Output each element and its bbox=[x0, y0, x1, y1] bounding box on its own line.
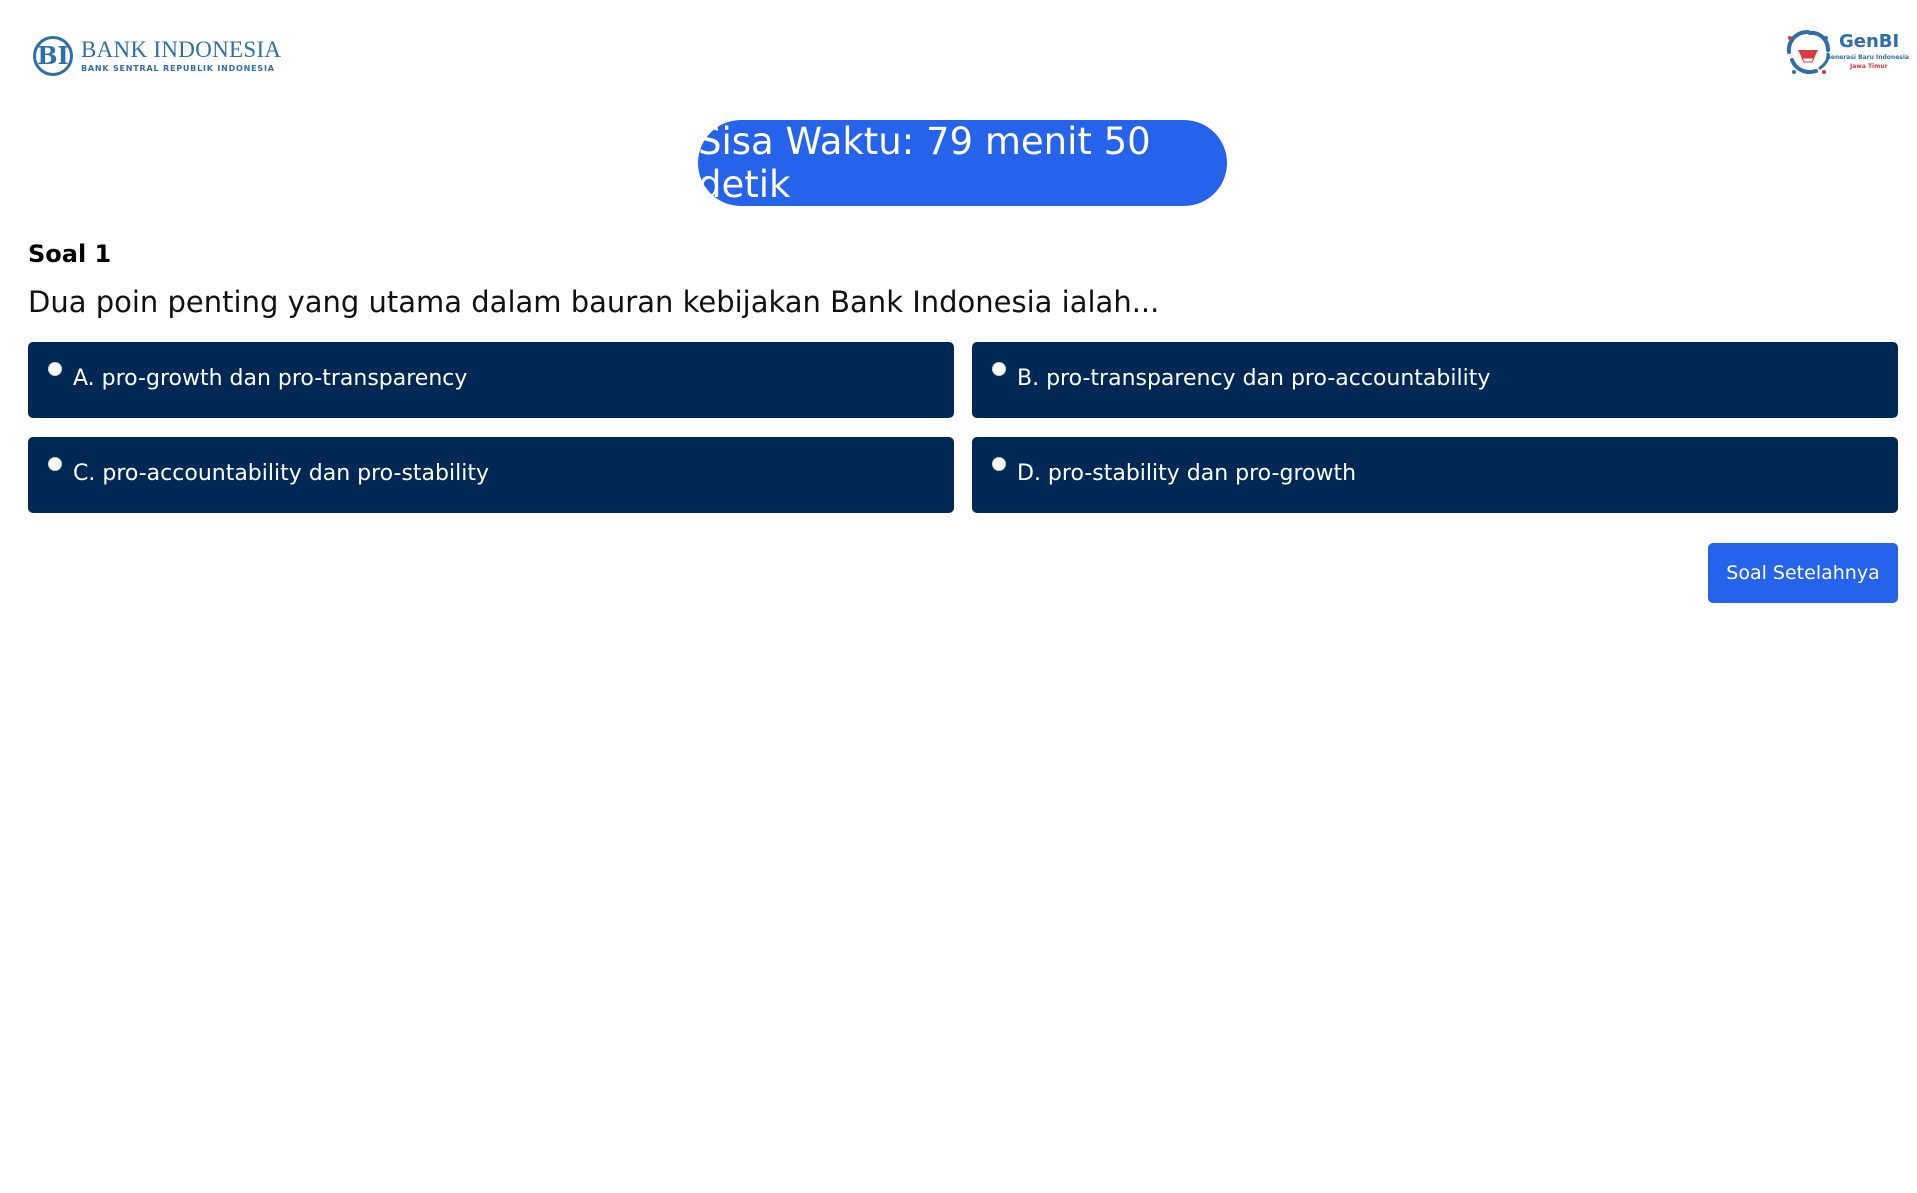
option-b-label: B. pro-transparency dan pro-accountabili… bbox=[1017, 366, 1491, 391]
bank-indonesia-name: BANK INDONESIA bbox=[81, 37, 282, 62]
bank-indonesia-subtitle: BANK SENTRAL REPUBLIK INDONESIA bbox=[81, 64, 275, 73]
option-c-radio[interactable] bbox=[48, 457, 62, 471]
remaining-time-badge: Sisa Waktu: 79 menit 50 detik bbox=[698, 120, 1227, 206]
option-a-label: A. pro-growth dan pro-transparency bbox=[73, 366, 468, 391]
bank-indonesia-logo: BI BANK INDONESIA BANK SENTRAL REPUBLIK … bbox=[33, 33, 281, 78]
option-d[interactable]: D. pro-stability dan pro-growth bbox=[972, 437, 1898, 513]
option-a[interactable]: A. pro-growth dan pro-transparency bbox=[28, 342, 954, 418]
bank-indonesia-emblem-icon: BI bbox=[33, 35, 73, 76]
option-a-radio[interactable] bbox=[48, 362, 62, 376]
option-b-radio[interactable] bbox=[992, 362, 1006, 376]
header: BI BANK INDONESIA BANK SENTRAL REPUBLIK … bbox=[0, 0, 1917, 110]
option-c-label: C. pro-accountability dan pro-stability bbox=[73, 461, 489, 486]
option-d-label: D. pro-stability dan pro-growth bbox=[1017, 461, 1357, 486]
option-d-radio[interactable] bbox=[992, 457, 1006, 471]
genbi-region: Jawa Timur bbox=[1850, 63, 1888, 70]
question-number: Soal 1 bbox=[28, 240, 112, 268]
genbi-swirl-icon bbox=[1786, 30, 1830, 74]
option-c[interactable]: C. pro-accountability dan pro-stability bbox=[28, 437, 954, 513]
genbi-tagline: Generasi Baru Indonesia bbox=[1826, 54, 1909, 61]
bank-indonesia-wordmark: BANK INDONESIA BANK SENTRAL REPUBLIK IND… bbox=[81, 38, 281, 73]
option-b[interactable]: B. pro-transparency dan pro-accountabili… bbox=[972, 342, 1898, 418]
genbi-logo: GenBI Generasi Baru Indonesia Jawa Timur bbox=[1784, 26, 1909, 78]
genbi-title: GenBI bbox=[1839, 31, 1900, 52]
quiz-page: BI BANK INDONESIA BANK SENTRAL REPUBLIK … bbox=[0, 0, 1917, 1193]
next-question-button[interactable]: Soal Setelahnya bbox=[1708, 543, 1898, 603]
question-text: Dua poin penting yang utama dalam bauran… bbox=[28, 285, 1160, 319]
